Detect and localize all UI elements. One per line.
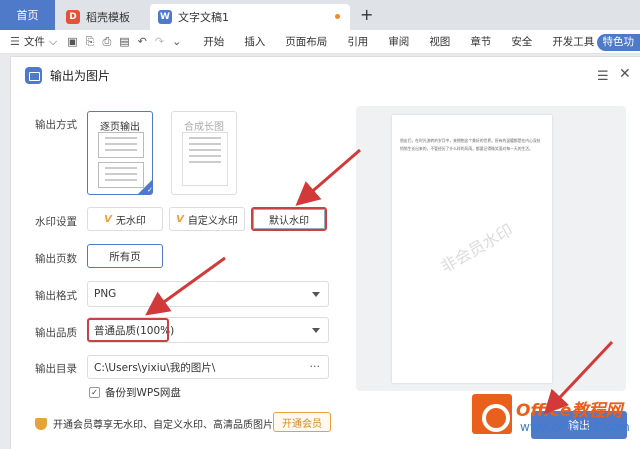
ribbon-tab-0[interactable]: 开始	[203, 34, 224, 49]
quality-highlight-box	[87, 318, 169, 342]
vip-promo: 开通会员尊享无水印、自定义水印、高清品质图片	[35, 416, 273, 431]
dropdown-arrow-icon	[312, 292, 320, 297]
label-quality: 输出品质	[35, 327, 77, 339]
format-value: PNG	[94, 288, 117, 300]
format-select[interactable]: PNG	[87, 281, 329, 307]
watermark-default-button[interactable]: 默认水印	[251, 207, 327, 231]
checkmark-icon: ✓	[138, 180, 153, 194]
tab-home[interactable]: 首页	[0, 0, 55, 30]
redo-icon[interactable]: ↷	[155, 35, 164, 48]
pages-all-label: 所有页	[109, 250, 141, 263]
ribbon-tab-2[interactable]: 页面布局	[285, 34, 327, 49]
backup-checkbox[interactable]: ✓ 备份到WPS网盘	[89, 385, 181, 400]
vip-v-icon: V	[176, 213, 184, 225]
site-logo: Office教程网 www.office26.com	[472, 394, 640, 449]
ribbon-tab-4[interactable]: 审阅	[388, 34, 409, 49]
directory-input[interactable]: C:\Users\yixiu\我的图片\ ···	[87, 355, 329, 379]
mode-option-page-label: 逐页输出	[100, 122, 140, 133]
label-watermark: 水印设置	[35, 216, 77, 228]
daoke-icon: D	[66, 10, 80, 24]
watermark-none-label: 无水印	[115, 215, 146, 227]
ribbon-tab-1[interactable]: 插入	[244, 34, 265, 49]
preview-page: 朋友们，在时光流转的岁月中，来拥抱这个美好的世界。所有的温暖都是在内心深处悄悄生…	[392, 115, 552, 383]
vip-shield-icon	[35, 417, 47, 430]
ribbon-tab-3[interactable]: 引用	[347, 34, 368, 49]
preview-text: 朋友们，在时光流转的岁月中，来拥抱这个美好的世界。所有的温暖都是在内心深处悄悄生…	[400, 138, 541, 151]
tab-document-label: 文字文稿1	[178, 11, 229, 24]
print-icon[interactable]: ⎙	[102, 35, 111, 49]
image-export-icon	[25, 67, 42, 84]
close-icon[interactable]: ✕	[619, 66, 631, 82]
pages-all-button[interactable]: 所有页	[87, 244, 163, 268]
dialog-title-text: 输出为图片	[50, 69, 111, 83]
label-mode: 输出方式	[35, 119, 77, 131]
page-thumb-icon	[98, 132, 144, 158]
more-icon[interactable]: ⌄	[172, 35, 181, 48]
preview-panel: 朋友们，在时光流转的岁月中，来拥抱这个美好的世界。所有的温暖都是在内心深处悄悄生…	[356, 106, 626, 391]
tab-home-label: 首页	[16, 9, 39, 22]
ribbon-tab-7[interactable]: 安全	[511, 34, 532, 49]
word-doc-icon: W	[158, 10, 172, 24]
menu-icon[interactable]: ☰	[10, 35, 20, 48]
preview-icon[interactable]: ▤	[119, 35, 129, 48]
label-directory: 输出目录	[35, 363, 77, 375]
tab-bar: 首页 D 稻壳模板 W 文字文稿1 +	[0, 0, 640, 30]
tab-template[interactable]: D 稻壳模板	[58, 4, 146, 30]
office-logo-icon	[472, 394, 512, 434]
menu-icon[interactable]: ☰	[597, 69, 609, 84]
ribbon-tab-8[interactable]: 开发工具	[552, 34, 594, 49]
export-icon[interactable]: ⎘	[86, 35, 95, 49]
mode-option-page[interactable]: 逐页输出 ✓	[87, 111, 153, 195]
logo-url: www.office26.com	[520, 420, 630, 434]
export-image-dialog: 输出为图片 ☰ ✕ 输出方式 逐页输出 ✓ 合成长图 水印设置 V 无水印 V 自定…	[10, 56, 640, 449]
browse-more-button[interactable]: ···	[310, 360, 321, 373]
watermark-custom-button[interactable]: V 自定义水印	[169, 207, 245, 231]
label-format: 输出格式	[35, 290, 77, 302]
watermark-custom-label: 自定义水印	[187, 215, 238, 227]
checkbox-checked-icon: ✓	[89, 387, 100, 398]
preview-watermark: 非会员水印	[437, 220, 517, 277]
save-icon[interactable]: ▣	[67, 35, 77, 48]
mode-option-long[interactable]: 合成长图	[171, 111, 237, 195]
dropdown-arrow-icon	[312, 328, 320, 333]
chevron-down-icon[interactable]: ⌵	[49, 35, 57, 49]
backup-label: 备份到WPS网盘	[105, 387, 181, 399]
watermark-none-button[interactable]: V 无水印	[87, 207, 163, 231]
undo-icon[interactable]: ↶	[138, 35, 147, 48]
tab-template-label: 稻壳模板	[86, 11, 130, 24]
mode-option-long-label: 合成长图	[184, 122, 224, 133]
ribbon-tab-6[interactable]: 章节	[470, 34, 491, 49]
unsaved-dot-icon	[335, 14, 340, 19]
vip-v-icon: V	[104, 213, 112, 225]
vip-promo-text: 开通会员尊享无水印、自定义水印、高清品质图片	[53, 420, 273, 431]
label-pages: 输出页数	[35, 253, 77, 265]
ribbon-toolbar: ☰ 文件 ⌵ ▣ ⎘ ⎙ ▤ ↶ ↷ ⌄ 开始 插入 页面布局 引用 审阅 视图…	[0, 30, 640, 54]
logo-brand: Office教程网	[516, 401, 623, 421]
open-vip-label: 开通会员	[282, 418, 322, 430]
directory-value: C:\Users\yixiu\我的图片\	[94, 361, 216, 374]
open-vip-button[interactable]: 开通会员	[273, 412, 331, 432]
tab-document[interactable]: W 文字文稿1	[150, 4, 350, 30]
special-features-button[interactable]: 特色功	[596, 34, 640, 51]
ribbon-tab-5[interactable]: 视图	[429, 34, 450, 49]
dialog-title: 输出为图片	[25, 67, 110, 84]
watermark-default-label: 默认水印	[269, 215, 309, 227]
long-image-thumb-icon	[182, 132, 228, 186]
file-menu[interactable]: 文件	[24, 34, 45, 49]
new-tab-button[interactable]: +	[360, 5, 373, 24]
